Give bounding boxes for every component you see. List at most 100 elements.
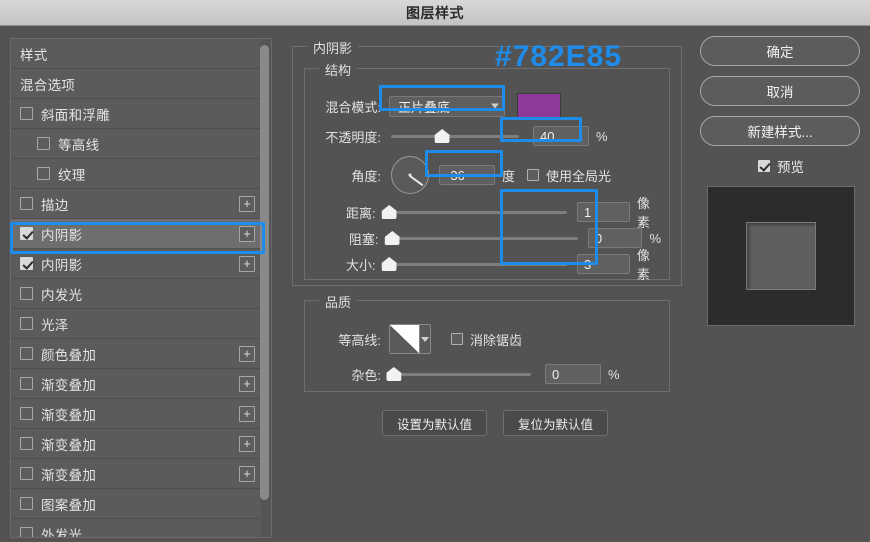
angle-dial[interactable]: [391, 156, 429, 194]
ok-button[interactable]: 确定: [700, 36, 860, 66]
angle-unit: 度: [502, 168, 516, 184]
plus-icon[interactable]: +: [239, 405, 255, 422]
sidebar-item-11[interactable]: 渐变叠加 +: [11, 369, 261, 399]
sidebar-item-0[interactable]: 样式: [11, 39, 261, 69]
plus-icon[interactable]: +: [239, 435, 255, 452]
sidebar-item-checkbox[interactable]: [20, 527, 33, 537]
sidebar-item-14[interactable]: 渐变叠加 +: [11, 459, 261, 489]
anti-alias-checkbox-box[interactable]: [451, 333, 463, 345]
sidebar-item-checkbox[interactable]: [20, 407, 33, 420]
size-unit: 像素: [636, 248, 650, 282]
sidebar-item-3[interactable]: 等高线: [11, 129, 261, 159]
sidebar-item-checkbox[interactable]: [20, 437, 33, 450]
size-slider-thumb[interactable]: [381, 257, 397, 271]
dialog-actions: 确定 取消 新建样式... 预览: [700, 36, 862, 326]
title-bar: 图层样式: [0, 0, 870, 26]
distance-label: 距离:: [346, 205, 376, 221]
global-light-checkbox-box[interactable]: [527, 169, 540, 181]
preview-checkbox[interactable]: 预览: [700, 156, 862, 176]
sidebar-item-4[interactable]: 纹理: [11, 159, 261, 189]
sidebar-item-checkbox[interactable]: [20, 107, 33, 120]
opacity-row: 不透明度: 40 %: [309, 125, 661, 147]
sidebar-item-checkbox[interactable]: [20, 377, 33, 390]
anti-alias-checkbox[interactable]: 消除锯齿: [451, 330, 522, 349]
contour-preset-select[interactable]: [389, 324, 431, 354]
noise-slider-track: [391, 373, 531, 376]
angle-label: 角度:: [351, 168, 381, 184]
size-slider[interactable]: [381, 257, 568, 271]
layer-style-dialog: 图层样式 样式混合选项 斜面和浮雕 等高线 纹理 描边 + 内阴影 + 内阴影 + 内发光 光泽 颜色叠…: [0, 0, 870, 542]
plus-icon[interactable]: +: [239, 195, 255, 212]
sidebar-item-10[interactable]: 颜色叠加 +: [11, 339, 261, 369]
distance-unit: 像素: [636, 196, 650, 230]
angle-needle-icon: [409, 175, 424, 186]
plus-icon[interactable]: +: [239, 375, 255, 392]
angle-input[interactable]: -36: [439, 165, 495, 185]
sidebar-item-2[interactable]: 斜面和浮雕: [11, 99, 261, 129]
global-light-checkbox[interactable]: 使用全局光: [527, 166, 611, 185]
noise-slider[interactable]: [386, 367, 531, 381]
reset-default-button[interactable]: 复位为默认值: [503, 410, 609, 436]
blend-mode-select[interactable]: 正片叠底: [389, 95, 505, 117]
opacity-slider[interactable]: [391, 129, 519, 143]
sidebar-item-checkbox[interactable]: [20, 347, 33, 360]
sidebar-item-checkbox[interactable]: [37, 137, 50, 150]
distance-slider-thumb[interactable]: [381, 205, 397, 219]
plus-icon[interactable]: +: [239, 345, 255, 362]
sidebar-item-15[interactable]: 图案叠加: [11, 489, 261, 519]
distance-input[interactable]: 1: [577, 202, 630, 222]
sidebar-item-checkbox[interactable]: [20, 467, 33, 480]
plus-icon[interactable]: +: [239, 225, 255, 242]
styles-sidebar[interactable]: 样式 混合选项 斜面和浮雕 等高线 纹理 描边 + 内阴影 + 内阴影 + 内发光 光泽 颜色叠加 + 渐变叠…: [10, 38, 272, 538]
sidebar-item-7[interactable]: 内阴影 +: [11, 249, 261, 279]
style-preview-thumbnail: [707, 186, 855, 326]
size-label: 大小:: [346, 257, 376, 273]
styles-list: 样式 混合选项 斜面和浮雕 等高线 纹理 描边 + 内阴影 + 内阴影 + 内发光 光泽 颜色叠加 + 渐变叠…: [11, 39, 261, 538]
plus-icon[interactable]: +: [239, 465, 255, 482]
noise-label: 杂色:: [351, 367, 381, 383]
sidebar-item-label: 内阴影: [41, 227, 83, 243]
contour-curve-icon: [390, 325, 420, 353]
sidebar-item-13[interactable]: 渐变叠加 +: [11, 429, 261, 459]
noise-slider-thumb[interactable]: [386, 367, 402, 381]
sidebar-item-5[interactable]: 描边 +: [11, 189, 261, 219]
blend-mode-value: 正片叠底: [398, 99, 451, 115]
preview-checkbox-box[interactable]: [758, 160, 770, 172]
sidebar-item-label: 内阴影: [41, 257, 83, 273]
angle-value: -36: [446, 167, 465, 183]
choke-slider[interactable]: [384, 231, 578, 245]
cancel-button[interactable]: 取消: [700, 76, 860, 106]
sidebar-item-12[interactable]: 渐变叠加 +: [11, 399, 261, 429]
sidebar-item-checkbox[interactable]: [20, 287, 33, 300]
scrollbar-thumb[interactable]: [260, 45, 269, 500]
opacity-slider-thumb[interactable]: [434, 129, 450, 143]
sidebar-scrollbar[interactable]: [260, 43, 269, 535]
choke-slider-thumb[interactable]: [384, 231, 400, 245]
distance-slider-track: [385, 211, 568, 214]
noise-input[interactable]: 0: [545, 364, 601, 384]
sidebar-item-8[interactable]: 内发光: [11, 279, 261, 309]
opacity-input[interactable]: 40: [533, 126, 589, 146]
set-default-button[interactable]: 设置为默认值: [382, 410, 488, 436]
sidebar-item-label: 样式: [20, 47, 48, 63]
sidebar-item-checkbox[interactable]: [20, 317, 33, 330]
distance-slider[interactable]: [381, 205, 568, 219]
shadow-color-swatch[interactable]: [517, 93, 561, 119]
sidebar-item-9[interactable]: 光泽: [11, 309, 261, 339]
sidebar-item-checkbox[interactable]: [20, 197, 33, 210]
choke-input[interactable]: 0: [587, 228, 643, 248]
sidebar-item-checkbox[interactable]: [20, 497, 33, 510]
new-style-button[interactable]: 新建样式...: [700, 116, 860, 146]
sidebar-item-checkbox[interactable]: [20, 257, 33, 270]
sidebar-item-1[interactable]: 混合选项: [11, 69, 261, 99]
noise-unit: %: [608, 366, 620, 382]
size-input[interactable]: 3: [577, 254, 630, 274]
sidebar-item-checkbox[interactable]: [37, 167, 50, 180]
sidebar-item-label: 外发光: [41, 527, 83, 538]
sidebar-item-checkbox[interactable]: [20, 227, 33, 240]
quality-group-label: 品质: [319, 292, 358, 311]
sidebar-item-16[interactable]: 外发光: [11, 519, 261, 538]
plus-icon[interactable]: +: [239, 255, 255, 272]
sidebar-item-6[interactable]: 内阴影 +: [11, 219, 261, 249]
hex-color-annotation: #782E85: [495, 40, 623, 73]
